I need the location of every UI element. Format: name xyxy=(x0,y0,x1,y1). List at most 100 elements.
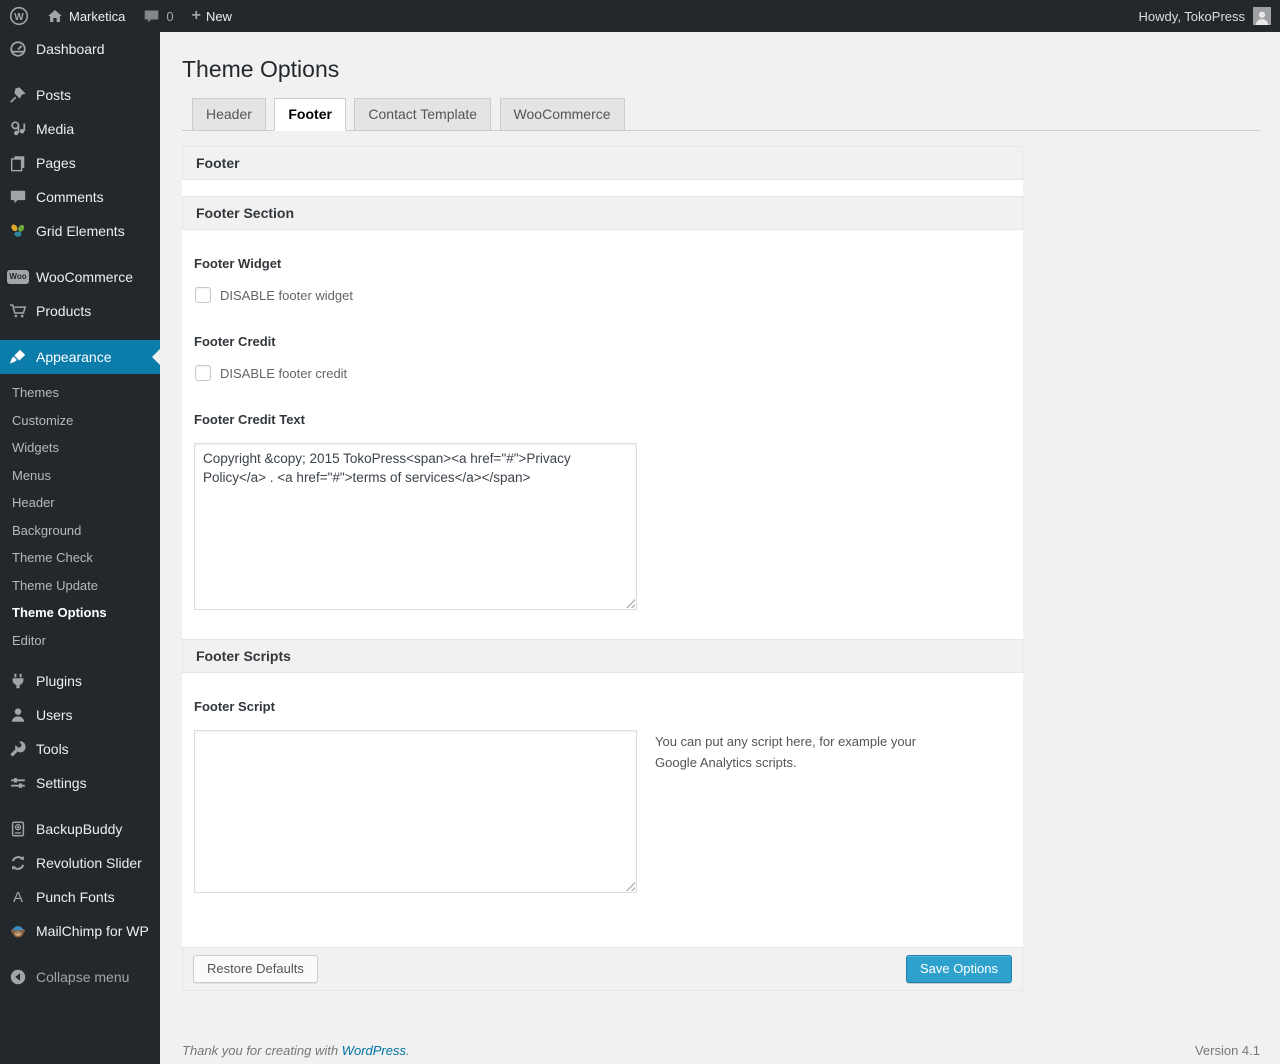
sidebar-item-label: Comments xyxy=(36,189,104,205)
sidebar-item-label: Grid Elements xyxy=(36,223,125,239)
sidebar-item-label: Media xyxy=(36,121,75,137)
woocommerce-icon: Woo xyxy=(7,267,29,287)
sidebar-item-plugins[interactable]: Plugins xyxy=(0,664,160,698)
sidebar-item-label: Dashboard xyxy=(36,41,105,57)
sidebar-item-mailchimp[interactable]: MailChimp for WP xyxy=(0,914,160,948)
admin-sidebar: Dashboard Posts Media Pages Comments Gri… xyxy=(0,32,160,1064)
tab-header[interactable]: Header xyxy=(192,98,266,130)
theme-options-panel: Footer Footer Section Footer Widget DISA… xyxy=(182,146,1023,991)
sidebar-item-backupbuddy[interactable]: BackupBuddy xyxy=(0,812,160,846)
plug-icon xyxy=(8,671,28,691)
disable-footer-widget-checkbox[interactable] xyxy=(195,287,211,303)
sidebar-item-woocommerce[interactable]: Woo WooCommerce xyxy=(0,260,160,294)
sidebar-item-pages[interactable]: Pages xyxy=(0,146,160,180)
sidebar-item-label: Posts xyxy=(36,87,72,103)
footer-widget-label: Footer Widget xyxy=(194,256,282,271)
comment-count: 0 xyxy=(166,8,174,24)
menu-separator xyxy=(0,66,160,78)
collapse-menu-label: Collapse menu xyxy=(36,969,130,985)
tab-contact-template[interactable]: Contact Template xyxy=(354,98,492,130)
sidebar-item-label: Plugins xyxy=(36,673,82,689)
submenu-item-menus[interactable]: Menus xyxy=(0,462,160,490)
submenu-item-background[interactable]: Background xyxy=(0,517,160,545)
user-icon xyxy=(8,705,28,725)
disable-footer-credit-checkbox[interactable] xyxy=(195,365,211,381)
tab-bar: Header Footer Contact Template WooCommer… xyxy=(182,98,1260,131)
save-options-button[interactable]: Save Options xyxy=(905,955,1012,983)
dashboard-icon xyxy=(8,39,28,59)
sidebar-item-label: Settings xyxy=(36,775,87,791)
appearance-submenu: Themes Customize Widgets Menus Header Ba… xyxy=(0,374,160,664)
comments-bubble[interactable]: 0 xyxy=(134,0,182,32)
submenu-item-themes[interactable]: Themes xyxy=(0,379,160,407)
collapse-arrow-icon xyxy=(8,967,28,987)
sliders-icon xyxy=(8,773,28,793)
panel-title: Footer xyxy=(182,146,1023,180)
avatar xyxy=(1253,7,1271,25)
submenu-item-editor[interactable]: Editor xyxy=(0,627,160,655)
thanks-period: . xyxy=(406,1043,410,1058)
grid-elements-icon xyxy=(8,221,28,241)
footer-thanks: Thank you for creating with WordPress. xyxy=(182,1043,410,1058)
menu-separator xyxy=(0,328,160,340)
submenu-item-theme-check[interactable]: Theme Check xyxy=(0,544,160,572)
comments-icon xyxy=(8,187,28,207)
sidebar-item-settings[interactable]: Settings xyxy=(0,766,160,800)
sidebar-item-dashboard[interactable]: Dashboard xyxy=(0,32,160,66)
sidebar-item-punch-fonts[interactable]: A Punch Fonts xyxy=(0,880,160,914)
tab-footer[interactable]: Footer xyxy=(274,98,346,131)
admin-content: Theme Options Header Footer Contact Temp… xyxy=(160,0,1280,1064)
sidebar-item-posts[interactable]: Posts xyxy=(0,78,160,112)
submenu-item-widgets[interactable]: Widgets xyxy=(0,434,160,462)
disable-footer-widget-text[interactable]: DISABLE footer widget xyxy=(220,288,353,303)
footer-scripts-body: Footer Script You can put any script her… xyxy=(182,673,1023,947)
footer-credit-label: Footer Credit xyxy=(194,334,276,349)
version-text: Version 4.1 xyxy=(1194,1043,1260,1058)
my-account-menu[interactable]: Howdy, TokoPress xyxy=(1130,0,1280,32)
backup-drive-icon xyxy=(8,819,28,839)
submenu-item-theme-options[interactable]: Theme Options xyxy=(0,599,160,627)
submenu-item-header[interactable]: Header xyxy=(0,489,160,517)
footer-section-body: Footer Widget DISABLE footer widget Foot… xyxy=(182,230,1023,639)
footer-credit-text-textarea[interactable]: Copyright &copy; 2015 TokoPress<span><a … xyxy=(194,443,637,610)
sidebar-item-products[interactable]: Products xyxy=(0,294,160,328)
sidebar-item-appearance[interactable]: Appearance xyxy=(0,340,160,374)
footer-script-help-text: You can put any script here, for example… xyxy=(655,734,917,770)
tab-woocommerce[interactable]: WooCommerce xyxy=(499,98,625,130)
submenu-item-customize[interactable]: Customize xyxy=(0,407,160,435)
restore-defaults-button[interactable]: Restore Defaults xyxy=(193,955,318,983)
site-link[interactable]: Marketica xyxy=(38,0,134,32)
refresh-arrows-icon xyxy=(8,853,28,873)
footer-script-label: Footer Script xyxy=(194,699,275,714)
comment-bubble-icon xyxy=(143,8,160,25)
mailchimp-monkey-icon xyxy=(8,921,28,941)
site-name: Marketica xyxy=(69,8,126,24)
collapse-menu-button[interactable]: Collapse menu xyxy=(0,960,160,994)
cart-icon xyxy=(8,301,28,321)
menu-separator xyxy=(0,800,160,812)
sidebar-item-comments[interactable]: Comments xyxy=(0,180,160,214)
wordpress-link[interactable]: WordPress xyxy=(342,1043,406,1058)
sidebar-item-tools[interactable]: Tools xyxy=(0,732,160,766)
new-content-menu[interactable]: + New xyxy=(183,0,241,32)
sidebar-item-label: Punch Fonts xyxy=(36,889,115,905)
footer-script-textarea[interactable] xyxy=(194,730,637,893)
sidebar-item-revolution-slider[interactable]: Revolution Slider xyxy=(0,846,160,880)
menu-separator xyxy=(0,948,160,960)
sidebar-item-users[interactable]: Users xyxy=(0,698,160,732)
wordpress-logo-menu[interactable]: W xyxy=(0,0,38,32)
new-label: New xyxy=(205,8,232,24)
sidebar-item-label: Users xyxy=(36,707,73,723)
svg-text:W: W xyxy=(14,12,24,23)
brush-icon xyxy=(8,347,28,367)
wrench-icon xyxy=(8,739,28,759)
admin-bar: W Marketica 0 + New Howdy, TokoPress xyxy=(0,0,1280,32)
thanks-text: Thank you for creating with xyxy=(182,1043,342,1058)
disable-footer-credit-text[interactable]: DISABLE footer credit xyxy=(220,366,347,381)
page-title: Theme Options xyxy=(182,56,340,82)
sidebar-item-media[interactable]: Media xyxy=(0,112,160,146)
wordpress-logo-icon: W xyxy=(9,6,29,26)
sidebar-item-label: Products xyxy=(36,303,92,319)
sidebar-item-grid-elements[interactable]: Grid Elements xyxy=(0,214,160,248)
submenu-item-theme-update[interactable]: Theme Update xyxy=(0,572,160,600)
